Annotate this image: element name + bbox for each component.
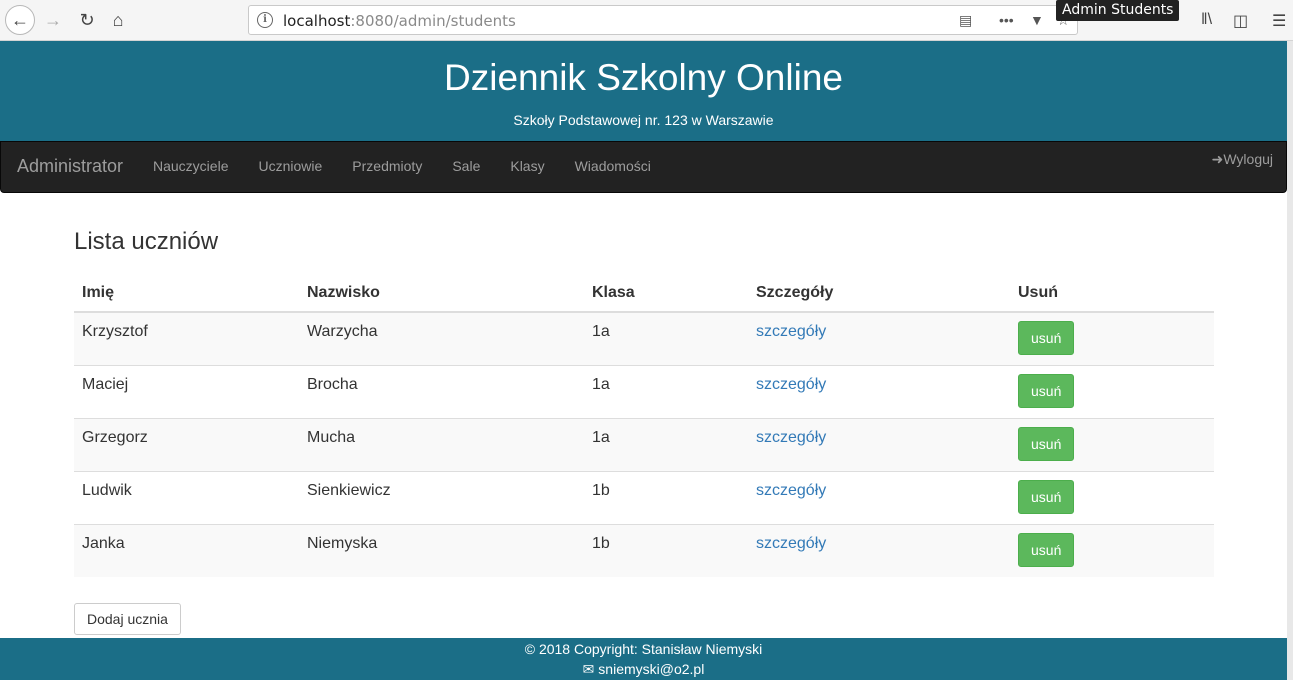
cell-last-name: Brocha	[299, 365, 584, 419]
cell-last-name: Warzycha	[299, 311, 584, 366]
add-student-button[interactable]: Dodaj ucznia	[74, 603, 181, 635]
cell-delete: usuń	[1010, 524, 1214, 577]
cell-delete: usuń	[1010, 418, 1214, 472]
nav-link-teachers[interactable]: Nauczyciele	[138, 142, 243, 190]
navbar-brand[interactable]: Administrator	[17, 156, 123, 177]
cell-details: szczegóły	[748, 365, 1010, 419]
home-icon[interactable]: ⌂	[103, 5, 133, 35]
page-title: Lista uczniów	[74, 228, 219, 255]
table-row: Ludwik Sienkiewicz 1b szczegóły usuń	[74, 471, 1214, 525]
nav-link-classes[interactable]: Klasy	[495, 142, 559, 190]
column-header-last-name: Nazwisko	[299, 276, 584, 313]
column-header-delete: Usuń	[1010, 276, 1214, 313]
nav-link-messages[interactable]: Wiadomości	[560, 142, 666, 190]
nav-links: Nauczyciele Uczniowie Przedmioty Sale Kl…	[138, 142, 666, 190]
table-row: Janka Niemyska 1b szczegóły usuń	[74, 524, 1214, 577]
site-footer: © 2018 Copyright: Stanisław Niemyski ✉ s…	[0, 638, 1287, 680]
cell-class: 1a	[584, 311, 748, 366]
cell-details: szczegóły	[748, 471, 1010, 525]
table-row: Krzysztof Warzycha 1a szczegóły usuń	[74, 311, 1214, 366]
reader-view-icon[interactable]: ▤	[959, 12, 972, 29]
url-text: localhost:8080/admin/students	[283, 12, 516, 30]
column-header-first-name: Imię	[74, 276, 299, 313]
table-header-row: Imię Nazwisko Klasa Szczegóły Usuń	[74, 276, 1214, 313]
cell-details: szczegóły	[748, 418, 1010, 472]
details-link[interactable]: szczegóły	[756, 323, 826, 340]
envelope-icon: ✉	[582, 661, 595, 677]
reload-icon[interactable]: ↻	[72, 5, 102, 35]
details-link[interactable]: szczegóły	[756, 376, 826, 393]
nav-link-rooms[interactable]: Sale	[437, 142, 495, 190]
url-bar[interactable]: i localhost:8080/admin/students ▤ ••• ▼ …	[248, 5, 1078, 35]
main-navbar: Administrator Nauczyciele Uczniowie Prze…	[0, 141, 1287, 193]
delete-button[interactable]: usuń	[1018, 374, 1075, 408]
nav-link-students[interactable]: Uczniowie	[243, 142, 337, 190]
browser-toolbar: ← → ↻ ⌂ i localhost:8080/admin/students …	[0, 0, 1293, 41]
cell-class: 1b	[584, 471, 748, 525]
cell-delete: usuń	[1010, 311, 1214, 366]
menu-icon[interactable]: ☰	[1272, 11, 1286, 31]
back-icon[interactable]: ←	[5, 5, 35, 35]
cell-last-name: Niemyska	[299, 524, 584, 577]
site-info-icon[interactable]: i	[257, 12, 273, 28]
pocket-icon[interactable]: ▼	[1030, 12, 1044, 28]
cell-delete: usuń	[1010, 365, 1214, 419]
footer-email[interactable]: sniemyski@o2.pl	[598, 661, 704, 677]
cell-first-name: Ludwik	[74, 471, 299, 525]
cell-details: szczegóły	[748, 311, 1010, 366]
page-scrollbar[interactable]	[1287, 41, 1293, 680]
delete-button[interactable]: usuń	[1018, 533, 1075, 567]
cell-last-name: Sienkiewicz	[299, 471, 584, 525]
students-table: Imię Nazwisko Klasa Szczegóły Usuń Krzys…	[74, 276, 1214, 577]
cell-last-name: Mucha	[299, 418, 584, 472]
site-subtitle: Szkoły Podstawowej nr. 123 w Warszawie	[513, 112, 774, 128]
details-link[interactable]: szczegóły	[756, 482, 826, 499]
cell-class: 1a	[584, 418, 748, 472]
nav-link-subjects[interactable]: Przedmioty	[337, 142, 437, 190]
delete-button[interactable]: usuń	[1018, 480, 1075, 514]
details-link[interactable]: szczegóły	[756, 535, 826, 552]
logout-link[interactable]: ➜Wyloguj	[1212, 151, 1273, 168]
cell-first-name: Maciej	[74, 365, 299, 419]
delete-button[interactable]: usuń	[1018, 321, 1075, 355]
details-link[interactable]: szczegóły	[756, 429, 826, 446]
logout-icon: ➜	[1211, 151, 1224, 167]
cell-first-name: Grzegorz	[74, 418, 299, 472]
table-row: Maciej Brocha 1a szczegóły usuń	[74, 365, 1214, 419]
main-content: Lista uczniów Imię Nazwisko Klasa Szczeg…	[74, 228, 1214, 577]
cell-class: 1b	[584, 524, 748, 577]
cell-delete: usuń	[1010, 471, 1214, 525]
table-row: Grzegorz Mucha 1a szczegóły usuń	[74, 418, 1214, 472]
delete-button[interactable]: usuń	[1018, 427, 1075, 461]
forward-icon[interactable]: →	[38, 5, 68, 35]
sidebar-icon[interactable]: ◫	[1233, 11, 1248, 31]
cell-first-name: Krzysztof	[74, 311, 299, 366]
cell-details: szczegóły	[748, 524, 1010, 577]
cell-class: 1a	[584, 365, 748, 419]
site-header: Dziennik Szkolny Online Szkoły Podstawow…	[0, 41, 1287, 141]
footer-copyright: © 2018 Copyright: Stanisław Niemyski	[524, 641, 763, 657]
page-actions-icon[interactable]: •••	[999, 12, 1014, 28]
library-icon[interactable]: ‖\	[1201, 11, 1212, 29]
site-title: Dziennik Szkolny Online	[444, 57, 843, 98]
column-header-details: Szczegóły	[748, 276, 1010, 313]
logout-label: Wyloguj	[1223, 151, 1273, 167]
footer-contact: ✉ sniemyski@o2.pl	[0, 659, 1287, 679]
tab-tooltip: Admin Students	[1056, 0, 1180, 21]
column-header-class: Klasa	[584, 276, 748, 313]
cell-first-name: Janka	[74, 524, 299, 577]
